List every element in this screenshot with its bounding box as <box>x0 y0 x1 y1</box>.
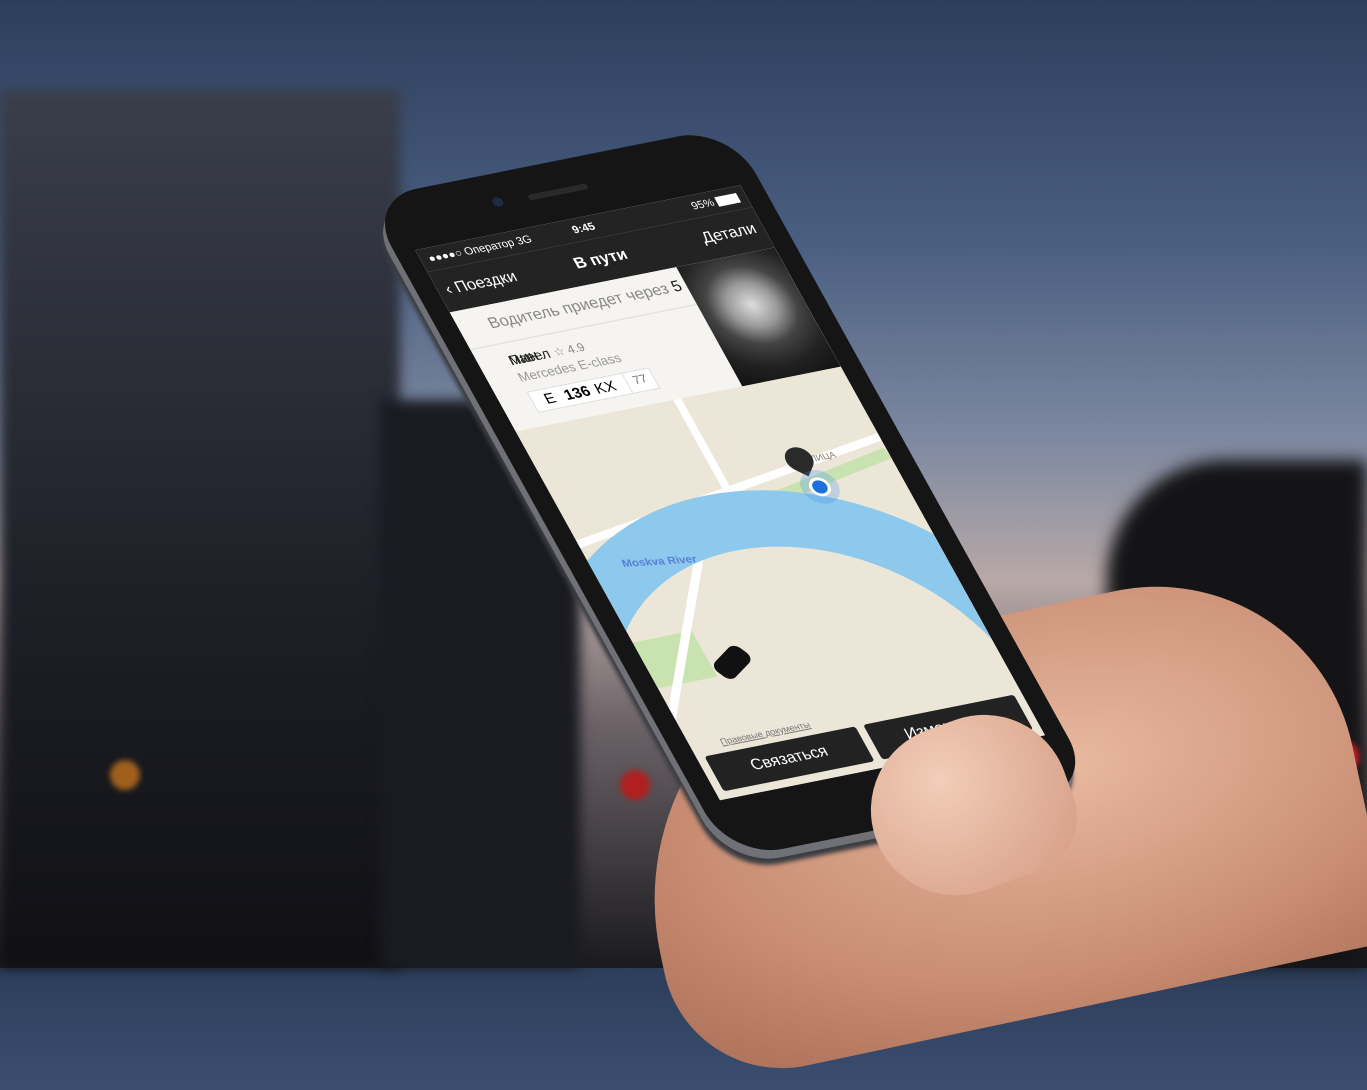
background-light <box>110 760 140 790</box>
background-building <box>0 90 400 968</box>
details-button[interactable]: Детали <box>698 221 760 248</box>
speaker <box>526 183 590 201</box>
back-button[interactable]: ‹ Поездки <box>442 268 521 298</box>
camera-icon <box>490 196 506 208</box>
background-light <box>620 770 650 800</box>
back-label: Поездки <box>451 268 521 297</box>
